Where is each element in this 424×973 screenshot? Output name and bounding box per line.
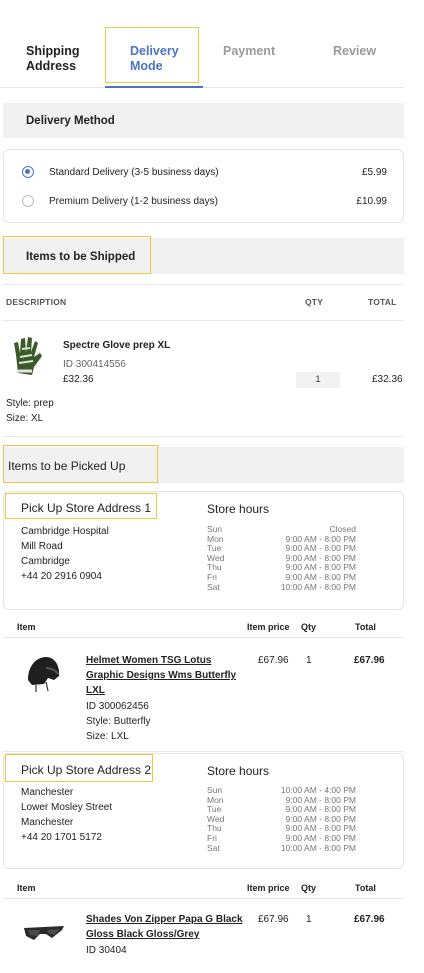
pickup-item-2-name-line2[interactable]: Gloss Black Gloss/Grey <box>86 929 199 940</box>
step-shipping-address[interactable]: Shipping Address <box>26 44 79 74</box>
shipped-item-qty[interactable]: 1 <box>296 372 340 388</box>
shipped-item-id: ID 300414556 <box>63 359 126 370</box>
item-column-header: Item <box>17 622 36 632</box>
step-label-line1: Shipping <box>26 44 80 58</box>
items-pickup-title: Items to be Picked Up <box>8 459 126 473</box>
qty-column-header: Qty <box>301 622 317 632</box>
pickup-item-1-name-line1[interactable]: Helmet Women TSG Lotus <box>86 655 211 666</box>
store-2-address-line1: Manchester <box>21 787 74 798</box>
store-1-address-line3: Cambridge <box>21 556 70 567</box>
pickup-item-1-qty: 1 <box>306 655 312 666</box>
qty-column-header: Qty <box>301 883 317 893</box>
store-2-hours: 10:00 AM - 4:00 PM 9:00 AM - 8:00 PM 9:0… <box>270 785 356 853</box>
store-2-address-line2: Lower Mosley Street <box>21 802 113 813</box>
store-2-phone: +44 20 1701 5172 <box>21 832 102 843</box>
items-shipped-title: Items to be Shipped <box>26 251 136 263</box>
item-column-header: Item <box>17 883 36 893</box>
pickup-item-1-total: £67.96 <box>354 655 385 666</box>
description-header: DESCRIPTION <box>6 297 67 307</box>
active-step-underline <box>105 86 203 88</box>
shipped-item-style: Style: prep <box>6 398 54 409</box>
store-1-address-line1: Cambridge Hospital <box>21 526 109 537</box>
glove-product-image[interactable] <box>10 333 46 377</box>
divider <box>3 436 404 437</box>
premium-delivery-radio[interactable] <box>22 195 34 207</box>
step-label-line2: Mode <box>130 59 163 73</box>
day-sat: Sat <box>207 581 220 592</box>
store-1-hours-title: Store hours <box>207 502 270 516</box>
hours-sat: 10:00 AM - 8:00 PM <box>280 842 356 853</box>
divider <box>3 284 404 285</box>
step-review[interactable]: Review <box>333 44 376 59</box>
divider <box>3 751 404 752</box>
pickup-item-1-price: £67.96 <box>258 655 289 666</box>
step-delivery-mode[interactable]: Delivery Mode <box>130 44 179 74</box>
standard-delivery-price: £5.99 <box>361 167 387 178</box>
store-2-days: Sun Mon Tue Wed Thu Fri Sat <box>207 785 224 853</box>
pickup-item-2-total: £67.96 <box>354 914 385 925</box>
store-1-phone: +44 20 2916 0904 <box>21 571 102 582</box>
day-sat: Sat <box>207 842 220 853</box>
pickup-item-2-price: £67.96 <box>258 914 289 925</box>
total-header: TOTAL <box>368 297 397 307</box>
item-price-column-header: Item price <box>247 883 290 893</box>
shipped-item-price: £32.36 <box>63 374 94 385</box>
qty-header: QTY <box>305 297 324 307</box>
premium-delivery-label[interactable]: Premium Delivery (1-2 business days) <box>49 196 218 207</box>
divider <box>3 898 404 899</box>
pickup-item-1-id: ID 300062456 <box>86 701 149 712</box>
pickup-item-2-id: ID 30404 <box>86 945 127 956</box>
shipped-item-size: Size: XL <box>6 413 44 424</box>
divider <box>3 637 404 638</box>
store-2-hours-title: Store hours <box>207 764 270 778</box>
step-label-line1: Delivery <box>130 44 179 58</box>
divider <box>3 320 404 321</box>
checkout-steps: Shipping Address Delivery Mode Payment R… <box>0 0 404 88</box>
delivery-options-card: Standard Delivery (3-5 business days) £5… <box>3 149 404 223</box>
total-column-header: Total <box>355 622 376 632</box>
pickup-item-1-name-line3[interactable]: LXL <box>86 685 105 696</box>
store-2-title: Pick Up Store Address 2 <box>21 763 152 777</box>
store-1-days: Sun Mon Tue Wed Thu Fri Sat <box>207 524 224 592</box>
item-price-column-header: Item price <box>247 622 290 632</box>
standard-delivery-label[interactable]: Standard Delivery (3-5 business days) <box>49 167 219 178</box>
total-column-header: Total <box>355 883 376 893</box>
hours-sat: 10:00 AM - 8:00 PM <box>280 581 356 592</box>
step-payment[interactable]: Payment <box>223 44 275 59</box>
premium-delivery-price: £10.99 <box>356 196 387 207</box>
step-label-line2: Address <box>26 59 77 73</box>
pickup-item-1-name-line2[interactable]: Graphic Designs Wms Butterfly <box>86 670 236 681</box>
store-1-address-line2: Mill Road <box>21 541 63 552</box>
shipped-item-name[interactable]: Spectre Glove prep XL <box>63 340 170 351</box>
store-1-title: Pick Up Store Address 1 <box>21 501 152 515</box>
shipped-item-total: £32.36 <box>372 374 403 385</box>
pickup-item-1-style: Style: Butterfly <box>86 716 151 727</box>
helmet-product-image[interactable] <box>24 654 62 694</box>
delivery-method-title: Delivery Method <box>26 115 115 127</box>
pickup-item-2-name-line1[interactable]: Shades Von Zipper Papa G Black <box>86 914 243 925</box>
sunglasses-product-image[interactable] <box>22 922 66 944</box>
standard-delivery-radio[interactable] <box>22 166 34 178</box>
pickup-item-2-qty: 1 <box>306 914 312 925</box>
store-1-hours: Closed 9:00 AM - 8:00 PM 9:00 AM - 8:00 … <box>270 524 356 592</box>
store-2-address-line3: Manchester <box>21 817 74 828</box>
pickup-item-1-size: Size: LXL <box>86 731 129 742</box>
